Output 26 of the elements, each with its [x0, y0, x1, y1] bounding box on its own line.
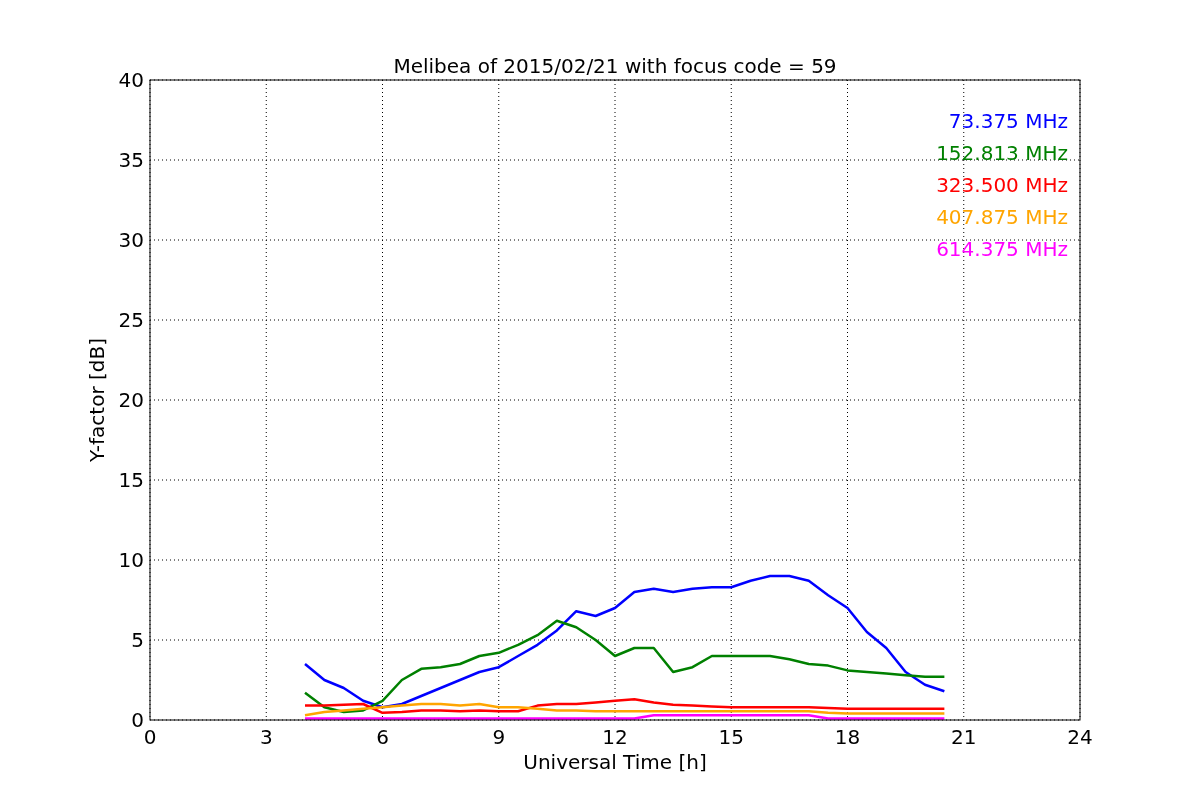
y-tick-label: 35	[118, 148, 144, 172]
x-tick-label: 3	[259, 725, 273, 749]
y-tick-label: 30	[118, 228, 144, 252]
x-axis-label: Universal Time [h]	[523, 750, 707, 774]
y-tick-label: 0	[131, 708, 144, 732]
legend-label: 323.500 MHz	[936, 173, 1068, 197]
x-tick-label: 9	[492, 725, 506, 749]
x-tick-label: 12	[602, 725, 628, 749]
y-axis-label: Y-factor [dB]	[85, 338, 109, 462]
y-tick-label: 5	[131, 628, 144, 652]
chart-title: Melibea of 2015/02/21 with focus code = 59	[393, 54, 837, 78]
y-tick-label: 40	[118, 68, 144, 92]
x-tick-label: 15	[718, 725, 744, 749]
x-tick-label: 18	[834, 725, 861, 749]
y-tick-label: 25	[118, 308, 144, 332]
x-tick-label: 21	[951, 725, 977, 749]
legend-label: 152.813 MHz	[936, 141, 1068, 165]
y-tick-label: 20	[118, 388, 144, 412]
legend-label: 614.375 MHz	[936, 237, 1068, 261]
x-tick-label: 6	[376, 725, 389, 749]
y-tick-label: 15	[118, 468, 144, 492]
legend-label: 73.375 MHz	[948, 109, 1068, 133]
x-tick-label: 0	[143, 725, 157, 749]
y-tick-label: 10	[118, 548, 144, 572]
legend-label: 407.875 MHz	[936, 205, 1068, 229]
x-tick-label: 24	[1067, 725, 1093, 749]
